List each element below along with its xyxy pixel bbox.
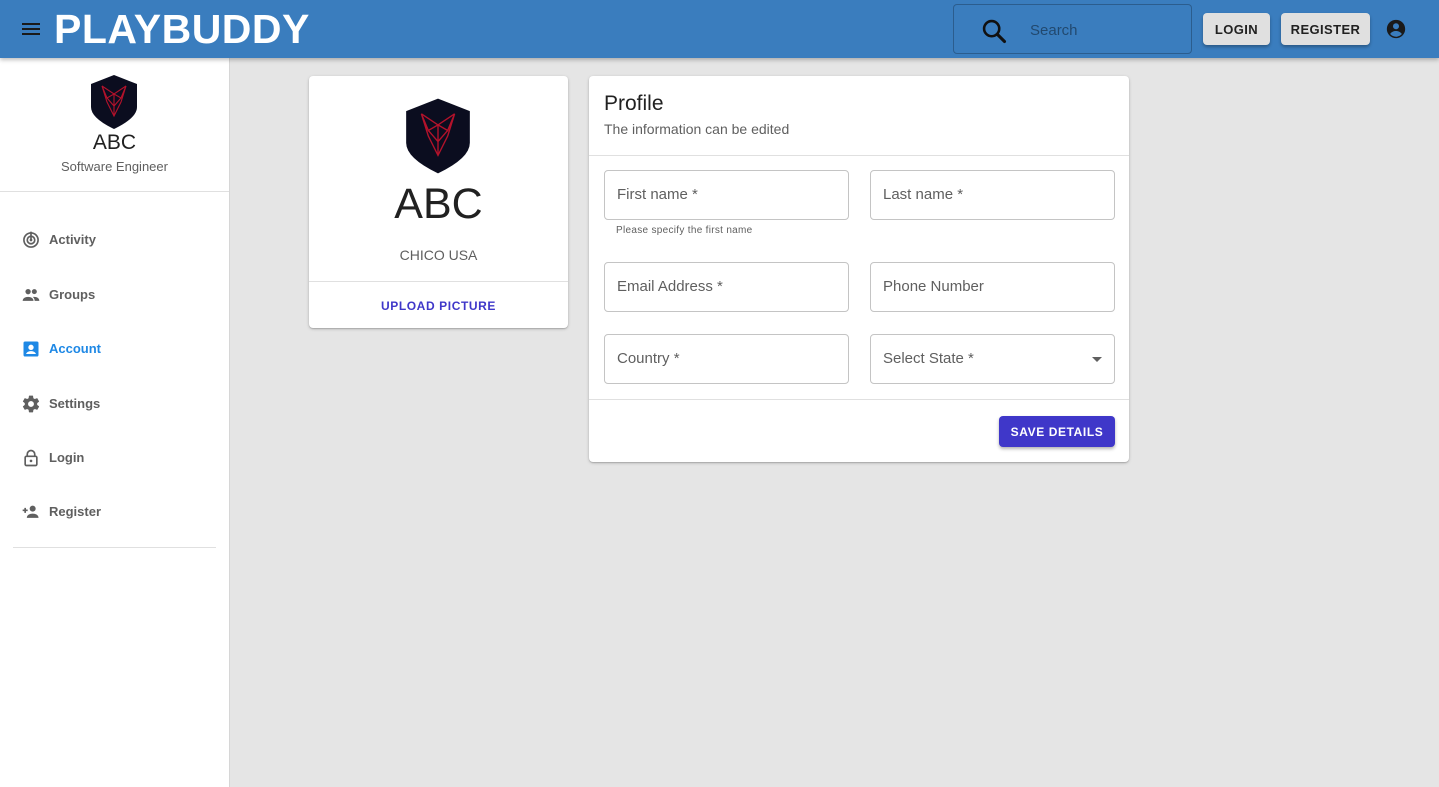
country-field[interactable]: Country * [604,334,849,384]
state-label: Select State * [883,350,974,367]
profile-location: CHICO USA [399,247,478,263]
email-label: Email Address * [617,278,723,295]
account-circle-icon[interactable] [1385,18,1407,40]
register-button[interactable]: REGISTER [1281,13,1370,45]
profile-name: ABC [394,180,483,228]
divider [589,155,1129,156]
activity-icon [23,231,39,248]
upload-picture-button[interactable]: UPLOAD PICTURE [369,291,508,321]
country-label: Country * [617,350,680,367]
groups-icon [22,289,40,301]
sidebar-user-name: ABC [92,131,137,154]
sidebar: ABC Software Engineer Activity Groups Ac… [0,58,230,787]
menu-icon[interactable] [18,17,44,41]
wolf-avatar-icon [91,75,137,129]
sidebar-item-login[interactable]: Login [0,438,229,478]
sidebar-item-register[interactable]: Register [0,492,229,532]
profile-form-card: Profile The information can be edited Fi… [589,76,1129,462]
sidebar-item-label: Activity [49,232,96,247]
chevron-down-icon [1092,357,1102,362]
last-name-field[interactable]: Last name * [870,170,1115,220]
email-field[interactable]: Email Address * [604,262,849,312]
save-details-button[interactable]: SAVE DETAILS [999,416,1115,447]
card-title: Profile [604,92,664,115]
sidebar-user-title: Software Engineer [61,159,168,174]
sidebar-item-label: Register [49,504,102,519]
wolf-avatar-icon [406,98,470,174]
sidebar-item-account[interactable]: Account [0,329,229,369]
sidebar-item-label: Login [49,450,85,465]
sidebar-item-label: Settings [49,396,101,411]
account-box-icon [23,341,39,357]
sidebar-item-settings[interactable]: Settings [0,384,229,424]
brand-title[interactable]: PLAYBUDDY [54,6,310,52]
state-select[interactable]: Select State * [870,334,1115,384]
sidebar-item-groups[interactable]: Groups [0,275,229,315]
person-add-icon [22,505,39,518]
search-input[interactable] [1030,19,1180,41]
sidebar-item-label: Account [49,341,101,356]
divider [589,399,1129,400]
first-name-helper-text: Please specify the first name [616,225,753,236]
app-bar: PLAYBUDDY LOGIN REGISTER [0,0,1439,58]
search-icon [982,19,1007,44]
phone-field[interactable]: Phone Number [870,262,1115,312]
divider [0,191,229,192]
phone-label: Phone Number [883,278,984,295]
last-name-label: Last name * [883,186,964,203]
first-name-field[interactable]: First name * [604,170,849,220]
divider [13,547,216,548]
first-name-label: First name * [617,186,698,203]
divider [309,281,568,282]
profile-summary-card: ABC CHICO USA UPLOAD PICTURE [309,76,568,328]
sidebar-item-activity[interactable]: Activity [0,220,229,260]
sidebar-item-label: Groups [49,287,96,302]
login-button[interactable]: LOGIN [1203,13,1270,45]
gear-icon [22,395,40,413]
lock-icon [24,449,38,467]
card-subtitle: The information can be edited [604,121,790,137]
search-box[interactable] [953,4,1192,54]
